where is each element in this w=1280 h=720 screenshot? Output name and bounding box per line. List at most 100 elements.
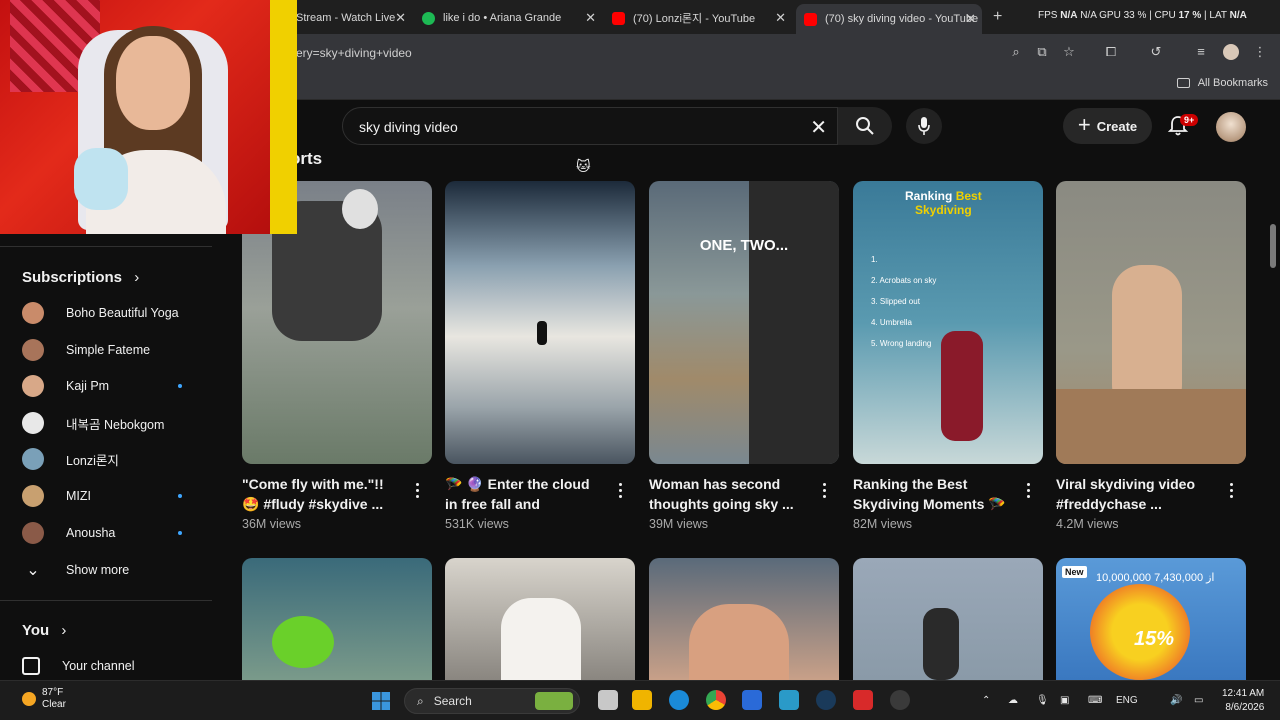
subscriptions-heading[interactable]: Subscriptions › (22, 269, 139, 286)
battery-icon[interactable]: ▭ (1194, 695, 1203, 706)
video-title[interactable]: Ranking the Best Skydiving Moments 🪂 (853, 474, 1013, 514)
more-options-icon[interactable] (619, 483, 623, 499)
tab-sky-diving[interactable]: (70) sky diving video - YouTube ✕ (796, 4, 982, 34)
more-options-icon[interactable] (1027, 483, 1031, 499)
sidebar-item-your-channel[interactable]: Your channel (22, 652, 192, 680)
ranking-item: 4. Umbrella (871, 318, 912, 327)
avatar[interactable] (1216, 112, 1246, 142)
taskbar-search[interactable]: ⌕ Search (404, 688, 580, 714)
video-thumbnail[interactable] (445, 181, 635, 464)
channel-avatar (22, 448, 44, 470)
sidebar-item-channel[interactable]: MIZI (22, 482, 192, 510)
system-clock[interactable]: 12:41 AM 8/6/2026 (1222, 687, 1264, 715)
sidebar-item-channel[interactable]: Lonzi론지 (22, 445, 192, 473)
sidebar-item-channel[interactable]: Simple Fateme (22, 336, 192, 364)
url-field[interactable]: ery=sky+diving+video (296, 46, 412, 60)
task-view-icon[interactable] (598, 690, 618, 710)
view-count: 36M views (242, 517, 302, 531)
channel-name: MIZI (66, 489, 91, 503)
zoom-icon[interactable]: ⌕ (1008, 44, 1024, 60)
percent-caption: 15% (1134, 628, 1175, 650)
video-title[interactable]: "Come fly with me."!! 🤩 #fludy #skydive … (242, 474, 402, 514)
extensions-icon[interactable]: ⧠ (1103, 44, 1119, 60)
folder-icon (1176, 78, 1190, 88)
media-icon[interactable]: ≡ (1193, 44, 1209, 60)
star-icon[interactable]: ☆ (1061, 44, 1077, 60)
search-button[interactable] (838, 107, 892, 145)
tab-spotify[interactable]: like i do • Ariana Grande ✕ (422, 6, 596, 30)
more-options-icon[interactable] (823, 483, 827, 499)
mic-icon[interactable]: 🎙 (1036, 695, 1049, 706)
language-indicator[interactable]: ENG (1116, 695, 1138, 706)
sidebar-item-channel[interactable]: Anousha (22, 519, 192, 547)
install-icon[interactable]: ⧉ (1034, 44, 1050, 60)
volume-icon[interactable]: 🔊 (1170, 695, 1182, 706)
video-title[interactable]: Viral skydiving video #freddychase ... (1056, 474, 1216, 514)
new-badge: New (1062, 566, 1087, 578)
channel-avatar (22, 485, 44, 507)
video-card[interactable]: Viral skydiving video #freddychase ... 4… (1056, 181, 1246, 531)
edge-icon[interactable] (669, 690, 689, 710)
close-icon[interactable]: ✕ (965, 11, 976, 27)
video-thumbnail[interactable] (1056, 181, 1246, 464)
network-icon[interactable]: ☁ (1008, 695, 1018, 706)
video-thumbnail[interactable] (242, 558, 432, 680)
sidebar: Subscriptions › Boho Beautiful Yoga Simp… (0, 234, 212, 680)
video-card[interactable]: Ranking Best Skydiving 1. 2. Acrobats on… (853, 181, 1043, 531)
app-icon[interactable] (779, 690, 799, 710)
tab-lonzi[interactable]: (70) Lonzi론지 - YouTube ✕ (612, 6, 786, 30)
search-box[interactable]: sky diving video ✕ (342, 107, 838, 145)
app-icon[interactable] (853, 690, 873, 710)
video-title[interactable]: Woman has second thoughts going sky ... (649, 474, 809, 514)
sidebar-item-channel[interactable]: Boho Beautiful Yoga (22, 299, 192, 327)
you-heading[interactable]: You › (22, 622, 66, 639)
close-icon[interactable]: ✕ (585, 10, 596, 26)
video-title[interactable]: 🪂 🔮 Enter the cloud in free fall and sky… (445, 474, 605, 514)
tray-chevron-icon[interactable]: ⌃ (982, 695, 990, 706)
search-input[interactable]: sky diving video (359, 119, 458, 135)
file-explorer-icon[interactable] (632, 690, 652, 710)
close-icon[interactable]: ✕ (775, 10, 786, 26)
video-thumbnail[interactable]: New 10,000,000 از 7,430,000 15% (1056, 558, 1246, 680)
sidebar-item-channel[interactable]: Kaji Pm (22, 372, 192, 400)
menu-icon[interactable]: ⋮ (1252, 44, 1268, 60)
store-icon[interactable] (742, 690, 762, 710)
video-thumbnail[interactable] (649, 558, 839, 680)
video-thumbnail[interactable] (445, 558, 635, 680)
video-thumbnail[interactable]: ONE, TWO... (649, 181, 839, 464)
microphone-shape (74, 148, 128, 210)
weather-widget[interactable]: 87°F Clear (22, 687, 66, 711)
scrollbar-thumb[interactable] (1270, 224, 1276, 268)
keyboard-icon[interactable]: ⌨ (1088, 695, 1102, 706)
steam-icon[interactable] (816, 690, 836, 710)
all-bookmarks[interactable]: All Bookmarks (1176, 77, 1268, 89)
clock-time: 12:41 AM (1222, 688, 1265, 699)
windows-start-icon[interactable] (371, 691, 391, 711)
video-thumbnail[interactable]: Ranking Best Skydiving 1. 2. Acrobats on… (853, 181, 1043, 464)
close-icon[interactable]: ✕ (395, 10, 406, 26)
lat-label: LAT (1209, 10, 1227, 21)
tab-stream[interactable]: Stream - Watch Live ✕ (296, 6, 406, 30)
history-icon[interactable]: ↺ (1148, 44, 1164, 60)
show-more-button[interactable]: ⌄ Show more (22, 556, 192, 584)
fps-label: FPS (1038, 10, 1058, 21)
all-bookmarks-label: All Bookmarks (1197, 77, 1268, 89)
video-card[interactable]: ONE, TWO... Woman has second thoughts go… (649, 181, 839, 531)
more-options-icon[interactable] (416, 483, 420, 499)
new-tab-button[interactable]: + (993, 8, 1002, 26)
video-card[interactable]: 🪂 🔮 Enter the cloud in free fall and sky… (445, 181, 635, 531)
create-button[interactable]: + Create (1063, 108, 1152, 144)
obs-icon[interactable] (890, 690, 910, 710)
skydiver-shape (537, 321, 547, 345)
voice-search-button[interactable] (906, 108, 942, 144)
profile-icon[interactable] (1223, 44, 1239, 60)
helmet-shape (272, 616, 334, 668)
sidebar-item-channel[interactable]: 내복곰 Nebokgom (22, 409, 192, 437)
display-icon[interactable]: ▣ (1060, 695, 1069, 706)
video-thumbnail[interactable] (853, 558, 1043, 680)
clear-search-icon[interactable]: ✕ (810, 115, 827, 140)
webcam-overlay (0, 0, 297, 234)
more-options-icon[interactable] (1230, 483, 1234, 499)
plane-floor-shape (1056, 389, 1246, 464)
chrome-icon[interactable] (706, 690, 726, 710)
